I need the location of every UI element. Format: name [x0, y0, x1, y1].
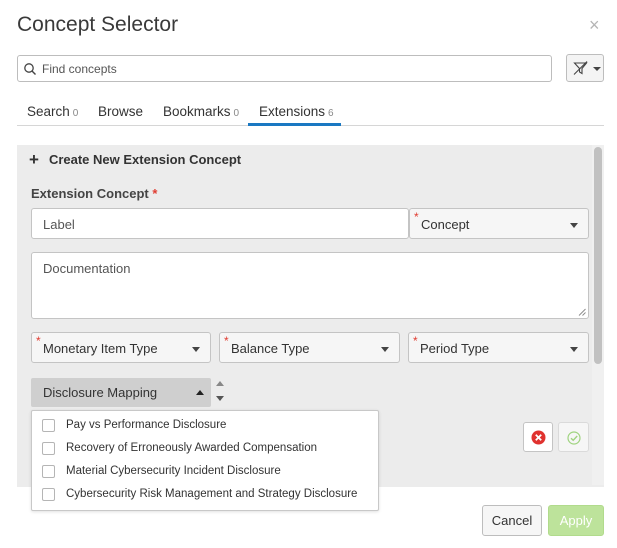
tab-bookmarks[interactable]: Bookmarks 0 — [163, 104, 239, 119]
disclosure-option-label: Material Cybersecurity Incident Disclosu… — [66, 465, 281, 477]
tab-count: 0 — [233, 108, 240, 119]
concept-select-value: Concept — [421, 217, 470, 232]
monetary-select-value: Monetary Item Type — [43, 341, 158, 356]
scrollbar-thumb[interactable] — [594, 147, 602, 364]
concept-select[interactable]: * Concept — [409, 208, 589, 239]
required-asterisk: * — [224, 334, 229, 348]
search-icon — [24, 63, 36, 75]
tab-search[interactable]: Search 0 — [27, 104, 78, 119]
filter-button[interactable] — [566, 54, 604, 82]
required-asterisk: * — [413, 334, 418, 348]
extension-concept-heading: Extension Concept * — [31, 186, 157, 201]
period-select-value: Period Type — [420, 341, 490, 356]
chevron-down-icon — [570, 347, 578, 352]
create-new-extension-toggle[interactable]: + Create New Extension Concept — [29, 150, 241, 170]
tab-label: Extensions — [259, 104, 326, 119]
extension-concept-label: Extension Concept — [31, 186, 149, 201]
close-icon[interactable]: × — [589, 16, 600, 34]
chevron-down-icon — [593, 67, 601, 71]
label-input[interactable]: Label — [31, 208, 409, 239]
required-asterisk: * — [36, 334, 41, 348]
check-circle-icon — [567, 431, 581, 445]
required-asterisk: * — [152, 186, 158, 201]
filter-icon — [573, 61, 588, 75]
monetary-item-type-select[interactable]: * Monetary Item Type — [31, 332, 211, 363]
documentation-textarea[interactable]: Documentation — [31, 252, 589, 319]
active-tab-indicator — [248, 123, 341, 126]
tab-label: Browse — [98, 104, 144, 119]
arrow-down-icon[interactable] — [216, 396, 224, 401]
chevron-down-icon — [192, 347, 200, 352]
chevron-up-icon — [196, 390, 204, 395]
disclosure-option-label: Recovery of Erroneously Awarded Compensa… — [66, 442, 318, 454]
balance-select-value: Balance Type — [231, 341, 310, 356]
documentation-placeholder: Documentation — [43, 261, 131, 276]
period-type-select[interactable]: * Period Type — [408, 332, 589, 363]
close-circle-icon — [531, 430, 546, 445]
disclosure-option-label: Pay vs Performance Disclosure — [66, 419, 227, 431]
checkbox[interactable] — [42, 442, 55, 455]
required-asterisk: * — [414, 210, 419, 224]
disclosure-option-label: Cybersecurity Risk Management and Strate… — [66, 488, 358, 500]
disclosure-mapping-label: Disclosure Mapping — [43, 385, 158, 400]
balance-type-select[interactable]: * Balance Type — [219, 332, 400, 363]
concept-selector-dialog: Concept Selector × Search0 Browse Bookma… — [0, 0, 617, 548]
chevron-down-icon — [570, 223, 578, 228]
dialog-title: Concept Selector — [17, 13, 179, 36]
tab-extensions[interactable]: Extensions 6 — [259, 104, 334, 119]
tab-browse[interactable]: Browse — [98, 104, 143, 119]
label-placeholder: Label — [43, 217, 75, 232]
search-input[interactable] — [40, 59, 540, 79]
tab-count: 0 — [72, 108, 79, 119]
tab-label: Bookmarks — [163, 104, 231, 119]
arrow-up-icon[interactable] — [216, 381, 224, 386]
tab-count: 6 — [328, 108, 334, 119]
tab-label: Search — [27, 104, 70, 119]
disclosure-mapping-dropdown: Pay vs Performance Disclosure Recovery o… — [31, 410, 379, 511]
chevron-down-icon — [381, 347, 389, 352]
cancel-button[interactable]: Cancel — [482, 505, 542, 536]
resize-grip-icon[interactable] — [578, 308, 586, 316]
disclosure-mapping-select[interactable]: Disclosure Mapping — [31, 378, 211, 407]
disclosure-stepper[interactable] — [214, 379, 226, 406]
confirm-button[interactable] — [558, 422, 589, 452]
search-field[interactable] — [17, 55, 552, 82]
discard-button[interactable] — [523, 422, 553, 452]
apply-button[interactable]: Apply — [548, 505, 604, 536]
checkbox[interactable] — [42, 465, 55, 478]
checkbox[interactable] — [42, 419, 55, 432]
create-new-label: Create New Extension Concept — [48, 152, 242, 167]
checkbox[interactable] — [42, 488, 55, 501]
plus-icon: + — [29, 150, 39, 169]
